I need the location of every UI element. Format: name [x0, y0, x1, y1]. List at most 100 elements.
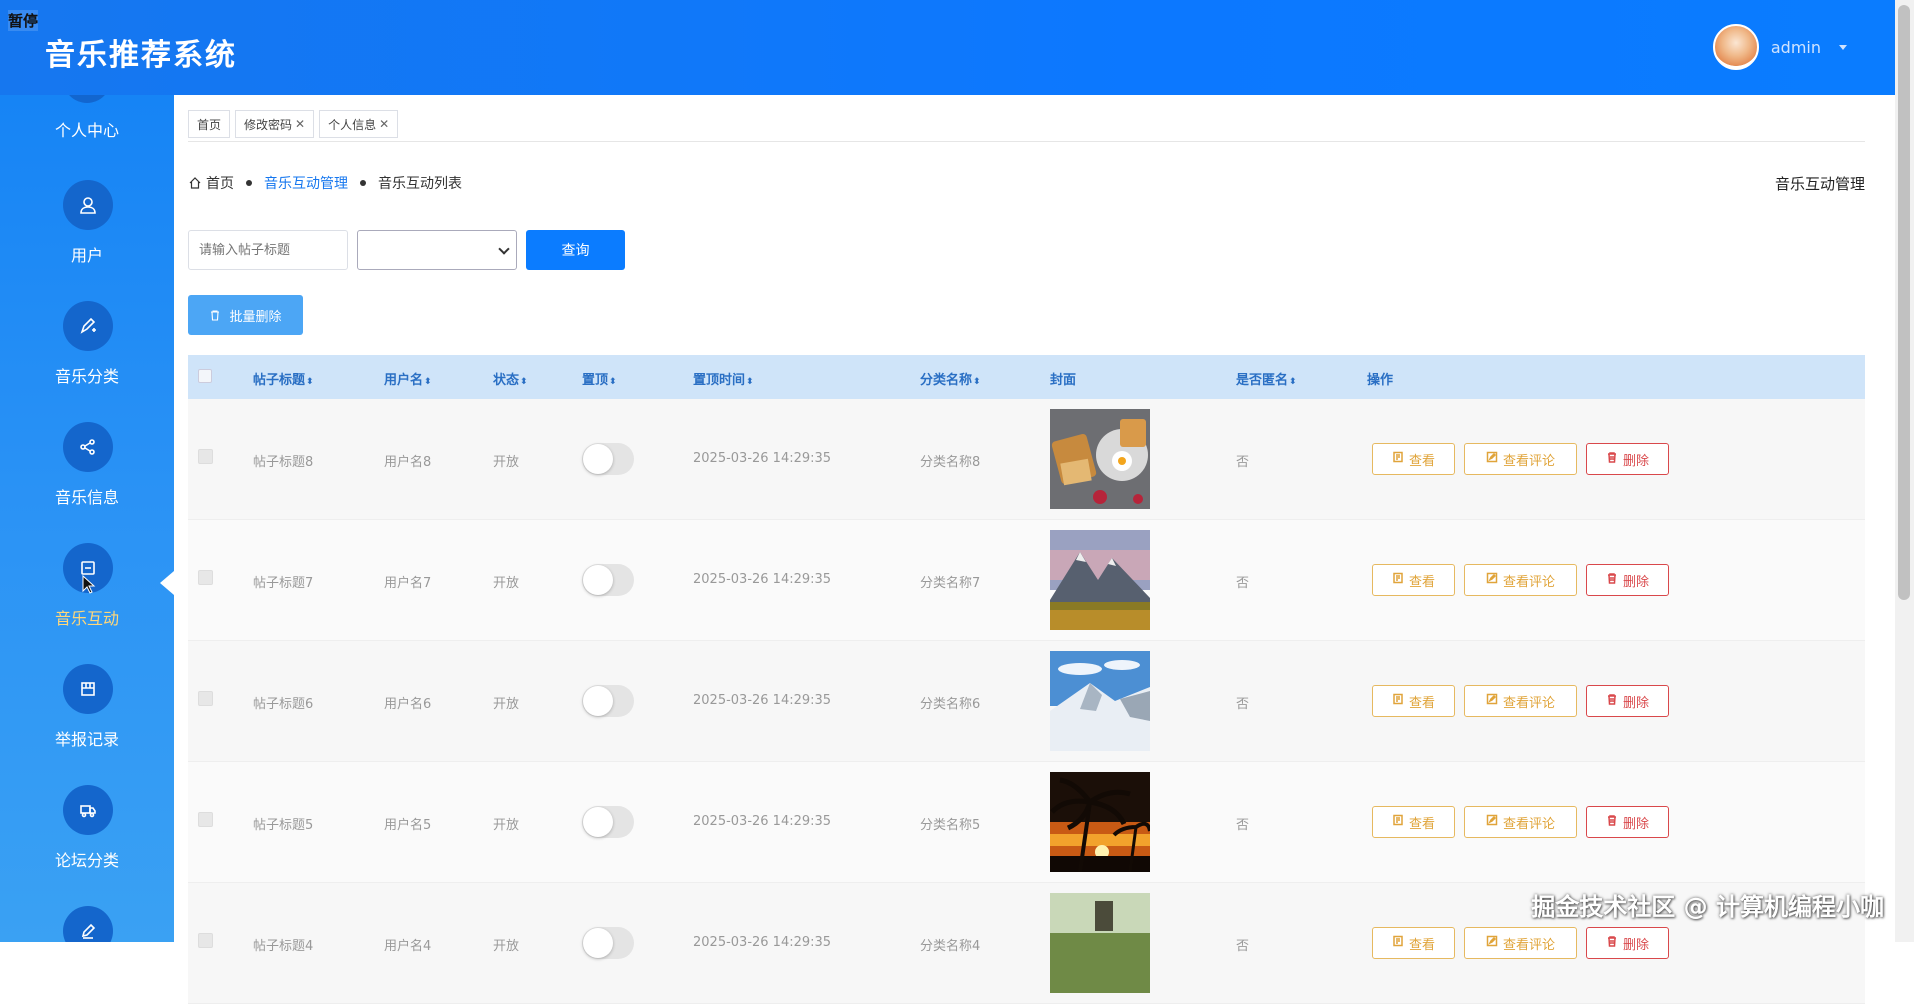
cell-anonymous: 否	[1236, 939, 1250, 954]
row-checkbox[interactable]	[198, 449, 213, 464]
row-checkbox[interactable]	[198, 570, 213, 585]
page-scrollbar[interactable]	[1895, 0, 1914, 942]
pinned-toggle[interactable]	[582, 685, 634, 717]
delete-button[interactable]: 删除	[1586, 806, 1669, 838]
view-label: 查看	[1408, 816, 1435, 832]
close-icon[interactable]: ✕	[379, 117, 389, 131]
view-icon	[1392, 572, 1404, 588]
row-checkbox[interactable]	[198, 691, 213, 706]
view-comments-button[interactable]: 查看评论	[1464, 927, 1577, 959]
header-username[interactable]: 用户名⬍	[384, 369, 432, 388]
tab-personal-info[interactable]: 个人信息 ✕	[319, 110, 399, 138]
view-button[interactable]: 查看	[1372, 443, 1455, 475]
search-input[interactable]	[188, 230, 348, 270]
avatar[interactable]	[1712, 24, 1759, 70]
header-pinned[interactable]: 置顶⬍	[582, 369, 617, 388]
row-checkbox[interactable]	[198, 812, 213, 827]
cell-anonymous: 否	[1236, 818, 1250, 833]
cover-image[interactable]	[1050, 651, 1150, 751]
cell-username: 用户名8	[384, 455, 432, 470]
user-menu[interactable]: admin	[1712, 24, 1847, 70]
close-icon[interactable]: ✕	[295, 117, 305, 131]
tab-change-password[interactable]: 修改密码 ✕	[235, 110, 315, 138]
header-anonymous[interactable]: 是否匿名⬍	[1236, 369, 1297, 388]
delete-label: 删除	[1622, 937, 1649, 953]
username-label[interactable]: admin	[1771, 38, 1821, 57]
row-checkbox[interactable]	[198, 933, 213, 948]
active-indicator	[160, 571, 174, 595]
view-button[interactable]: 查看	[1372, 685, 1455, 717]
view-button[interactable]: 查看	[1372, 564, 1455, 596]
sidebar-item-label: 个人中心	[54, 121, 119, 140]
header-status[interactable]: 状态⬍	[493, 369, 528, 388]
watermark: 掘金技术社区 @ 计算机编程小咖	[1531, 893, 1884, 921]
cover-image[interactable]	[1050, 893, 1150, 993]
cell-category: 分类名称4	[920, 939, 981, 954]
cell-title: 帖子标题8	[253, 455, 314, 470]
pinned-toggle[interactable]	[582, 443, 634, 475]
view-comments-button[interactable]: 查看评论	[1464, 685, 1577, 717]
header-pin-time[interactable]: 置顶时间⬍	[693, 369, 754, 388]
category-select[interactable]	[357, 230, 517, 270]
trash-icon	[1606, 451, 1618, 467]
cell-anonymous: 否	[1236, 455, 1250, 470]
tab-divider	[188, 141, 1865, 142]
sort-icon: ⬍	[973, 377, 981, 387]
cover-image[interactable]	[1050, 772, 1152, 873]
tab-home[interactable]: 首页	[188, 110, 231, 138]
scrollbar-thumb[interactable]	[1898, 5, 1910, 600]
table-row: 帖子标题7 用户名7 开放 2025-03-26 14:29:35 分类名称7 否 查看 查看…	[188, 520, 1865, 641]
cell-title: 帖子标题7	[253, 576, 314, 591]
sidebar-item-music-info[interactable]: 音乐信息	[0, 422, 174, 543]
pause-indicator: 暂停	[8, 10, 39, 31]
view-label: 查看	[1408, 695, 1435, 711]
pinned-toggle[interactable]	[582, 564, 634, 596]
pinned-toggle[interactable]	[582, 806, 634, 838]
sidebar-item-music-interaction[interactable]: 音乐互动	[0, 543, 174, 664]
header-title[interactable]: 帖子标题⬍	[253, 369, 314, 388]
view-icon	[1392, 451, 1404, 467]
view-comments-button[interactable]: 查看评论	[1464, 806, 1577, 838]
sidebar-item-report-records[interactable]: 举报记录	[0, 664, 174, 785]
page-title: 音乐互动管理	[1774, 175, 1865, 193]
delete-button[interactable]: 删除	[1586, 564, 1669, 596]
edit-icon	[1486, 935, 1498, 951]
cell-pin-time: 2025-03-26 14:29:35	[693, 572, 832, 587]
pinned-toggle[interactable]	[582, 927, 634, 959]
user-icon	[63, 180, 113, 230]
cover-image[interactable]	[1050, 530, 1150, 630]
view-button[interactable]: 查看	[1372, 806, 1455, 838]
cover-image[interactable]	[1050, 409, 1150, 509]
sidebar-item-music-category[interactable]: 音乐分类	[0, 301, 174, 422]
select-all-checkbox[interactable]	[198, 369, 212, 383]
breadcrumb-home[interactable]: 首页	[206, 173, 234, 193]
trash-icon	[1606, 935, 1618, 951]
edit-add-icon	[63, 301, 113, 351]
cell-username: 用户名5	[384, 818, 432, 833]
view-comments-button[interactable]: 查看评论	[1464, 564, 1577, 596]
chevron-down-icon	[498, 243, 510, 255]
breadcrumb-separator	[246, 180, 252, 186]
chevron-down-icon[interactable]	[1839, 44, 1847, 50]
batch-delete-button[interactable]: 批量删除	[188, 295, 303, 335]
sidebar-item-more[interactable]	[0, 906, 174, 942]
cell-pin-time: 2025-03-26 14:29:35	[693, 451, 832, 466]
report-icon	[63, 664, 113, 714]
view-button[interactable]: 查看	[1372, 927, 1455, 959]
delete-button[interactable]: 删除	[1586, 927, 1669, 959]
sidebar-item-forum-category[interactable]: 论坛分类	[0, 785, 174, 906]
header-category[interactable]: 分类名称⬍	[920, 369, 981, 388]
query-button[interactable]: 查询	[526, 230, 625, 270]
sidebar-item-personal-center[interactable]: 个人中心	[0, 95, 174, 140]
view-comments-button[interactable]: 查看评论	[1464, 443, 1577, 475]
delete-button[interactable]: 删除	[1586, 685, 1669, 717]
sidebar-item-label: 音乐信息	[54, 488, 119, 507]
tab-label: 修改密码	[244, 117, 293, 132]
cell-status: 开放	[493, 455, 520, 470]
cell-category: 分类名称5	[920, 818, 981, 833]
breadcrumb-section[interactable]: 音乐互动管理	[264, 173, 348, 193]
sidebar-item-users[interactable]: 用户	[0, 180, 174, 301]
delete-button[interactable]: 删除	[1586, 443, 1669, 475]
view-icon	[1392, 693, 1404, 709]
toggle-knob	[583, 928, 613, 958]
